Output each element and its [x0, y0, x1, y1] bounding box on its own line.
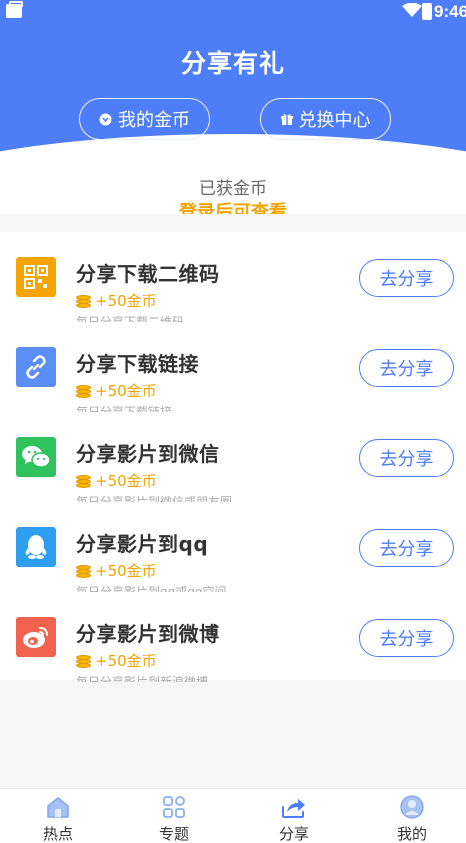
task-reward: +50金币	[76, 470, 157, 491]
task-reward-label: +50金币	[95, 382, 157, 400]
tab-label: 热点	[42, 825, 73, 843]
tab-label: 分享	[278, 825, 309, 843]
topics-icon	[163, 796, 185, 818]
qq-icon	[16, 527, 56, 567]
coin-badge-icon	[99, 113, 112, 125]
share-button[interactable]: 去分享	[359, 439, 454, 477]
qrcode-icon	[16, 257, 56, 297]
header: 9:46 分享有礼 我的金币 兑换中心	[0, 0, 466, 160]
tab-topics[interactable]: 专题	[116, 795, 232, 843]
list-item: 分享影片到微信 +50金币 每日分享影片到微信或朋友圈 去分享	[0, 412, 466, 502]
bottom-tab-bar: 热点 专题 分享 我的	[0, 788, 466, 843]
wechat-icon	[16, 437, 56, 477]
coins-value[interactable]: 登录后可查看	[0, 198, 466, 214]
list-item: 分享下载二维码 +50金币 每日分享下载二维码 去分享	[0, 232, 466, 322]
coin-icon	[76, 294, 91, 308]
profile-icon	[400, 795, 424, 819]
gift-icon	[280, 114, 293, 125]
task-reward-label: +50金币	[95, 652, 157, 670]
coin-icon	[76, 384, 91, 398]
notification-icon	[6, 1, 23, 18]
coins-label: 已获金币	[199, 179, 267, 199]
my-coins-button[interactable]: 我的金币	[79, 98, 210, 140]
task-title: 分享影片到微信	[76, 442, 220, 466]
tab-share[interactable]: 分享	[236, 795, 352, 843]
exchange-center-button[interactable]: 兑换中心	[260, 98, 391, 140]
tab-mine[interactable]: 我的	[354, 795, 466, 843]
share-button[interactable]: 去分享	[359, 529, 454, 567]
exchange-center-label: 兑换中心	[298, 110, 371, 131]
tab-label: 我的	[396, 825, 427, 843]
page-title: 分享有礼	[180, 49, 285, 78]
status-bar: 9:46	[0, 0, 466, 26]
weibo-icon	[16, 617, 56, 657]
coin-icon	[76, 564, 91, 578]
share-task-list: 分享下载二维码 +50金币 每日分享下载二维码 去分享 分享下载链接 +50金币…	[0, 232, 466, 682]
home-icon	[47, 797, 69, 818]
tab-label: 专题	[158, 825, 189, 843]
task-title: 分享影片到qq	[76, 532, 209, 556]
tab-hot[interactable]: 热点	[0, 795, 116, 843]
task-reward: +50金币	[76, 290, 157, 311]
coin-icon	[76, 654, 91, 668]
battery-icon	[422, 3, 432, 20]
share-icon	[282, 799, 305, 818]
task-reward: +50金币	[76, 650, 157, 671]
task-title: 分享下载二维码	[76, 262, 220, 286]
link-icon	[16, 347, 56, 387]
wifi-icon	[402, 3, 422, 17]
task-reward: +50金币	[76, 560, 157, 581]
list-item: 分享影片到微博 +50金币 每日分享影片到新浪微博 去分享	[0, 592, 466, 682]
list-item: 分享影片到qq +50金币 每日分享影片到qq或qq空间 去分享	[0, 502, 466, 592]
header-curve	[0, 134, 466, 160]
task-reward-label: +50金币	[95, 562, 157, 580]
task-title: 分享下载链接	[76, 352, 199, 376]
coins-summary: 已获金币 登录后可查看	[0, 160, 466, 214]
list-item: 分享下载链接 +50金币 每日分享下载链接 去分享	[0, 322, 466, 412]
share-button[interactable]: 去分享	[359, 259, 454, 297]
status-time: 9:46	[434, 2, 466, 21]
task-title: 分享影片到微博	[76, 622, 220, 646]
task-description: 每日分享影片到新浪微博	[76, 676, 208, 682]
share-button[interactable]: 去分享	[359, 619, 454, 657]
task-reward-label: +50金币	[95, 472, 157, 490]
my-coins-label: 我的金币	[118, 110, 190, 131]
coin-icon	[76, 474, 91, 488]
task-reward: +50金币	[76, 380, 157, 401]
task-reward-label: +50金币	[95, 292, 157, 310]
share-button[interactable]: 去分享	[359, 349, 454, 387]
